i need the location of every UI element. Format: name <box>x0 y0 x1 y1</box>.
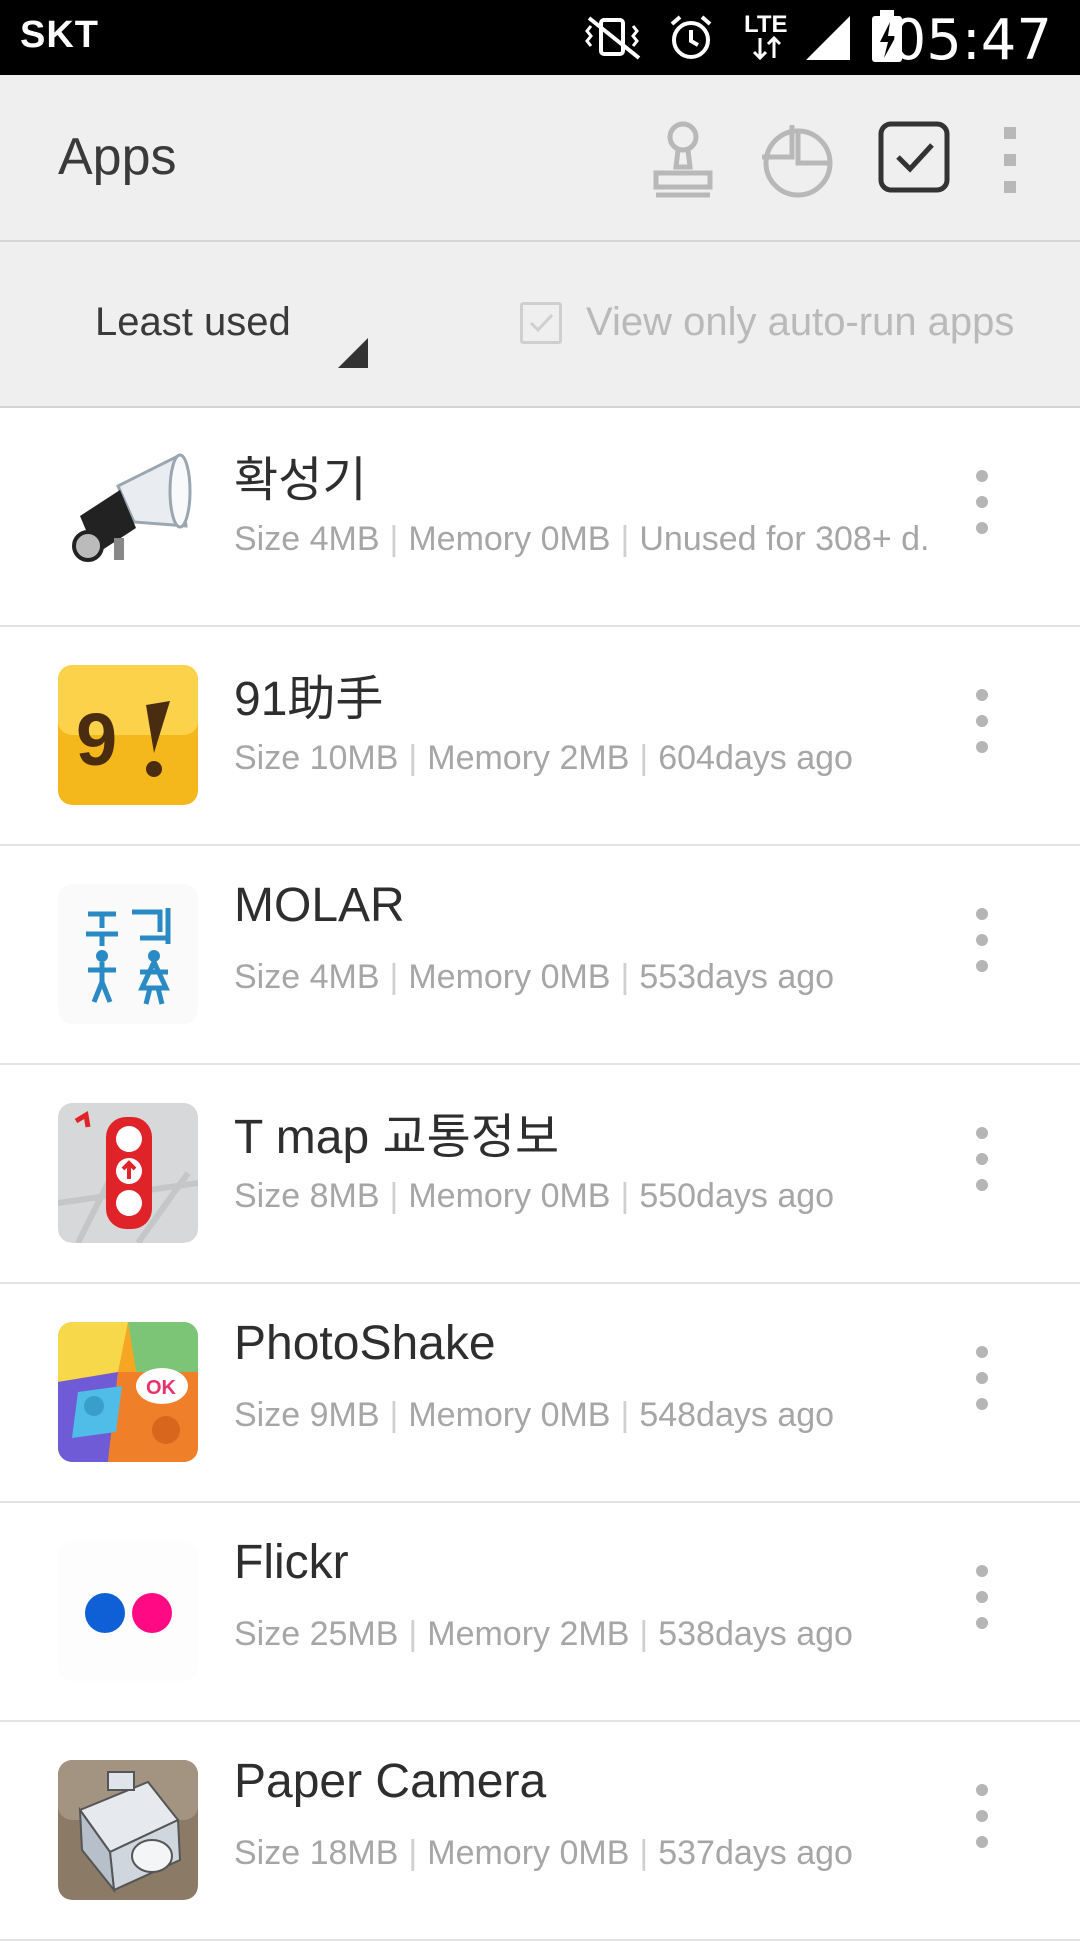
sort-dropdown[interactable]: Least used <box>95 300 291 345</box>
list-item[interactable]: OK PhotoShake Size 9MB | Memory 0MB | 548day… <box>0 1284 1080 1503</box>
more-options-icon[interactable] <box>970 1346 994 1436</box>
list-item[interactable]: T map 교통정보 Size 8MB | Memory 0MB | 550days a… <box>0 1065 1080 1284</box>
app-name: PhotoShake <box>234 1317 496 1370</box>
app-details: Size 4MB | Memory 0MB | 553days ago <box>234 958 835 996</box>
app-details: Size 10MB | Memory 2MB | 604days ago <box>234 739 853 777</box>
autorun-checkbox[interactable] <box>520 302 562 344</box>
dropdown-arrow-icon[interactable] <box>338 338 368 368</box>
svg-text:9: 9 <box>76 698 117 781</box>
autorun-label: View only auto-run apps <box>586 300 1015 344</box>
megaphone-icon <box>58 446 198 586</box>
clock: 05:47 <box>890 8 1052 73</box>
lte-icon: LTE <box>742 8 798 69</box>
app-name: 확성기 <box>234 454 367 507</box>
app-details: Size 4MB | Memory 0MB | Unused for 308+ d. <box>234 520 930 558</box>
clean-brush-icon[interactable] <box>638 115 728 205</box>
app-details: Size 18MB | Memory 0MB | 537days ago <box>234 1834 853 1872</box>
action-bar: Apps <box>0 75 1080 242</box>
more-options-icon[interactable] <box>970 1127 994 1217</box>
more-options-icon[interactable] <box>970 908 994 998</box>
more-options-icon[interactable] <box>970 689 994 779</box>
app-name: MOLAR <box>234 879 405 932</box>
91-assistant-icon: 9 <box>58 665 198 805</box>
app-name: 91助手 <box>234 673 384 726</box>
overflow-menu-icon[interactable] <box>990 115 1030 205</box>
select-checkbox-icon[interactable] <box>872 115 962 205</box>
svg-text:LTE: LTE <box>744 11 788 38</box>
app-details: Size 25MB | Memory 2MB | 538days ago <box>234 1615 853 1653</box>
list-item[interactable]: 확성기 Size 4MB | Memory 0MB | Unused for 308+ … <box>0 408 1080 627</box>
traffic-light-icon <box>58 1103 198 1243</box>
list-item[interactable]: Flickr Size 25MB | Memory 2MB | 538days ago <box>0 1503 1080 1722</box>
filter-bar: Least used View only auto-run apps <box>0 242 1080 408</box>
signal-icon <box>804 12 854 67</box>
pie-chart-icon[interactable] <box>752 115 842 205</box>
app-name: Paper Camera <box>234 1755 547 1808</box>
app-name: T map 교통정보 <box>234 1111 560 1164</box>
carrier-label: SKT <box>20 14 99 56</box>
more-options-icon[interactable] <box>970 1784 994 1874</box>
more-options-icon[interactable] <box>970 470 994 560</box>
app-details: Size 8MB | Memory 0MB | 550days ago <box>234 1177 835 1215</box>
app-name: Flickr <box>234 1536 349 1589</box>
alarm-icon <box>666 12 716 67</box>
app-list: 확성기 Size 4MB | Memory 0MB | Unused for 308+ … <box>0 408 1080 1941</box>
app-details: Size 9MB | Memory 0MB | 548days ago <box>234 1396 835 1434</box>
list-item[interactable]: MOLAR Size 4MB | Memory 0MB | 553days ago <box>0 846 1080 1065</box>
list-item[interactable]: 9 91助手 Size 10MB | Memory 2MB | 604days ago <box>0 627 1080 846</box>
more-options-icon[interactable] <box>970 1565 994 1655</box>
molar-icon <box>58 884 198 1024</box>
vibrate-mute-icon <box>583 14 643 65</box>
paper-camera-icon <box>58 1760 198 1900</box>
page-title: Apps <box>58 128 177 186</box>
list-item[interactable]: Paper Camera Size 18MB | Memory 0MB | 537day… <box>0 1722 1080 1941</box>
photoshake-icon: OK <box>58 1322 198 1462</box>
status-bar: SKT LTE 05:47 <box>0 0 1080 75</box>
flickr-icon <box>58 1541 198 1681</box>
svg-text:OK: OK <box>146 1377 177 1399</box>
